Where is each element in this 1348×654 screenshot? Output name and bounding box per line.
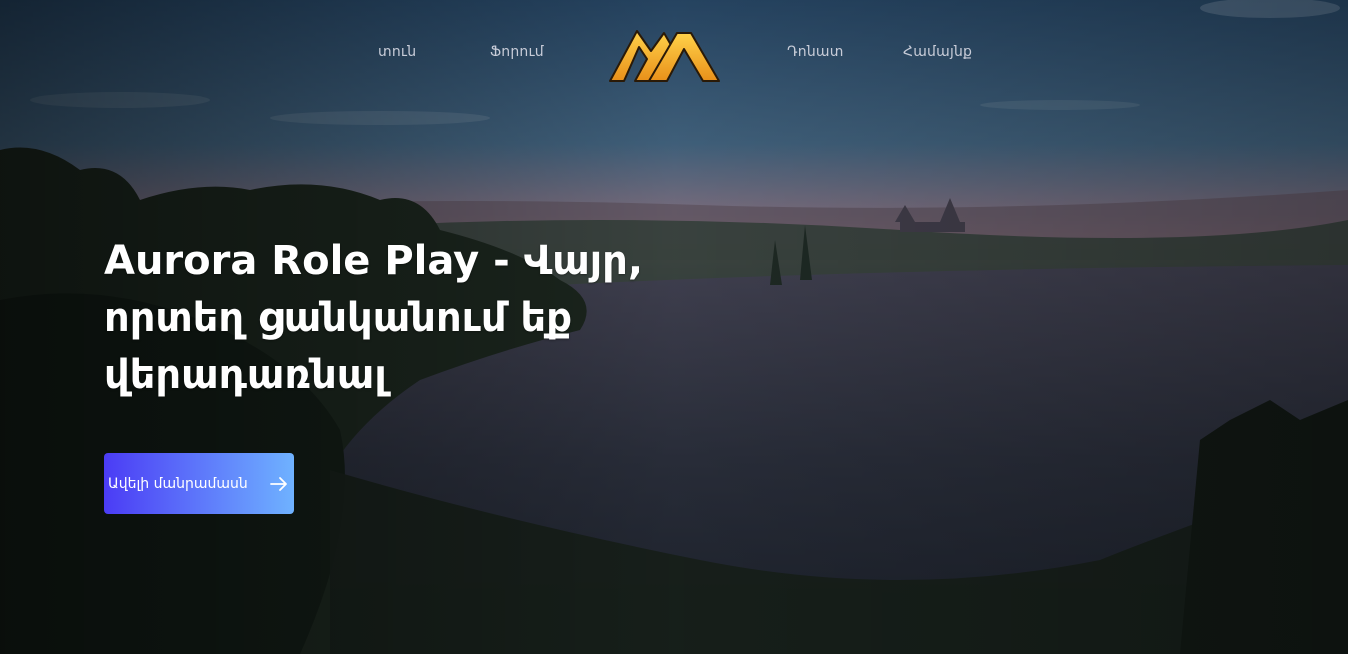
nav-link-home[interactable]: տուն <box>378 44 416 60</box>
nav-link-donate[interactable]: Դոնատ <box>787 44 844 60</box>
nav-link-community[interactable]: Համայնք <box>903 44 972 60</box>
learn-more-button-label: Ավելի մանրամասն <box>108 475 248 492</box>
mountain-logo-icon[interactable] <box>609 29 720 83</box>
learn-more-button[interactable]: Ավելի մանրամասն <box>104 453 294 514</box>
page: տուն Ֆորում Դոնատ Համայնք Aurora Role Pl… <box>0 0 1348 654</box>
nav-link-forum[interactable]: Ֆորում <box>490 44 544 60</box>
arrow-right-icon <box>270 477 287 491</box>
hero-title: Aurora Role Play - Վայր, որտեղ ցանկանում… <box>104 238 644 398</box>
top-navigation: տուն Ֆորում Դոնատ Համայնք <box>0 0 1348 100</box>
